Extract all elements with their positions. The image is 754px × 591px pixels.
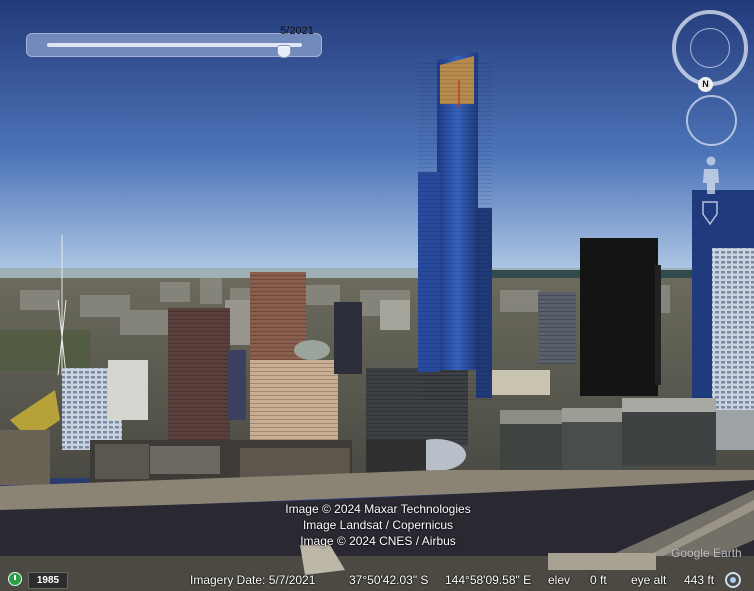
street-view-pegman-icon[interactable] — [700, 155, 722, 195]
look-joystick[interactable] — [690, 28, 730, 68]
attribution-line: Image © 2024 CNES / Airbus — [300, 534, 456, 548]
compass-look-control[interactable] — [672, 10, 748, 86]
attribution-line: Image Landsat / Copernicus — [302, 518, 454, 532]
historical-imagery-slider[interactable]: 5/2021 — [26, 25, 322, 58]
plaza — [490, 370, 550, 395]
white-building-annex — [108, 360, 148, 420]
historical-imagery-clock-icon[interactable] — [8, 572, 22, 586]
time-slider-track[interactable] — [47, 43, 302, 58]
status-bar: 1985 Imagery Date: 5/7/2021 37°50'42.03"… — [0, 570, 754, 591]
brown-tower-left-windows — [168, 308, 230, 446]
zoom-slider-icon[interactable] — [699, 198, 721, 228]
imagery-attribution: Image © 2024 Maxar Technologies Image La… — [260, 501, 496, 549]
time-slider-date: 5/2021 — [280, 25, 314, 37]
latitude-readout: 37°50'42.03" S — [349, 573, 429, 587]
eye-altitude-value: 443 ft — [684, 573, 715, 587]
longitude-readout: 144°58'09.58" E — [445, 573, 532, 587]
dark-tower-mid — [334, 302, 362, 374]
time-slider-thumb[interactable] — [277, 45, 292, 58]
north-up-button[interactable]: N — [698, 77, 713, 92]
hotel-dome — [294, 340, 330, 360]
glass-tower-right-facade — [712, 248, 754, 418]
move-joystick[interactable] — [686, 95, 737, 146]
elevation-label: elev — [548, 573, 571, 587]
streaming-dot — [730, 577, 736, 583]
attribution-line: Image © 2024 Maxar Technologies — [285, 502, 471, 516]
imagery-date: Imagery Date: 5/7/2021 — [190, 573, 316, 587]
elevation-value: 0 ft — [590, 573, 607, 587]
oldest-imagery-year[interactable]: 1985 — [28, 572, 68, 589]
black-tower — [580, 238, 658, 396]
park-area — [0, 330, 90, 370]
streaming-progress-icon — [725, 572, 741, 588]
eye-altitude-label: eye alt — [631, 573, 667, 587]
grey-tower-right-windows — [538, 292, 576, 364]
google-earth-logo: Google Earth — [671, 546, 742, 560]
eureka-tower — [418, 52, 492, 400]
black-tower-side — [655, 265, 661, 385]
small-blue-tower — [228, 350, 246, 420]
clock-hand — [14, 575, 16, 580]
lower-building — [548, 553, 656, 570]
